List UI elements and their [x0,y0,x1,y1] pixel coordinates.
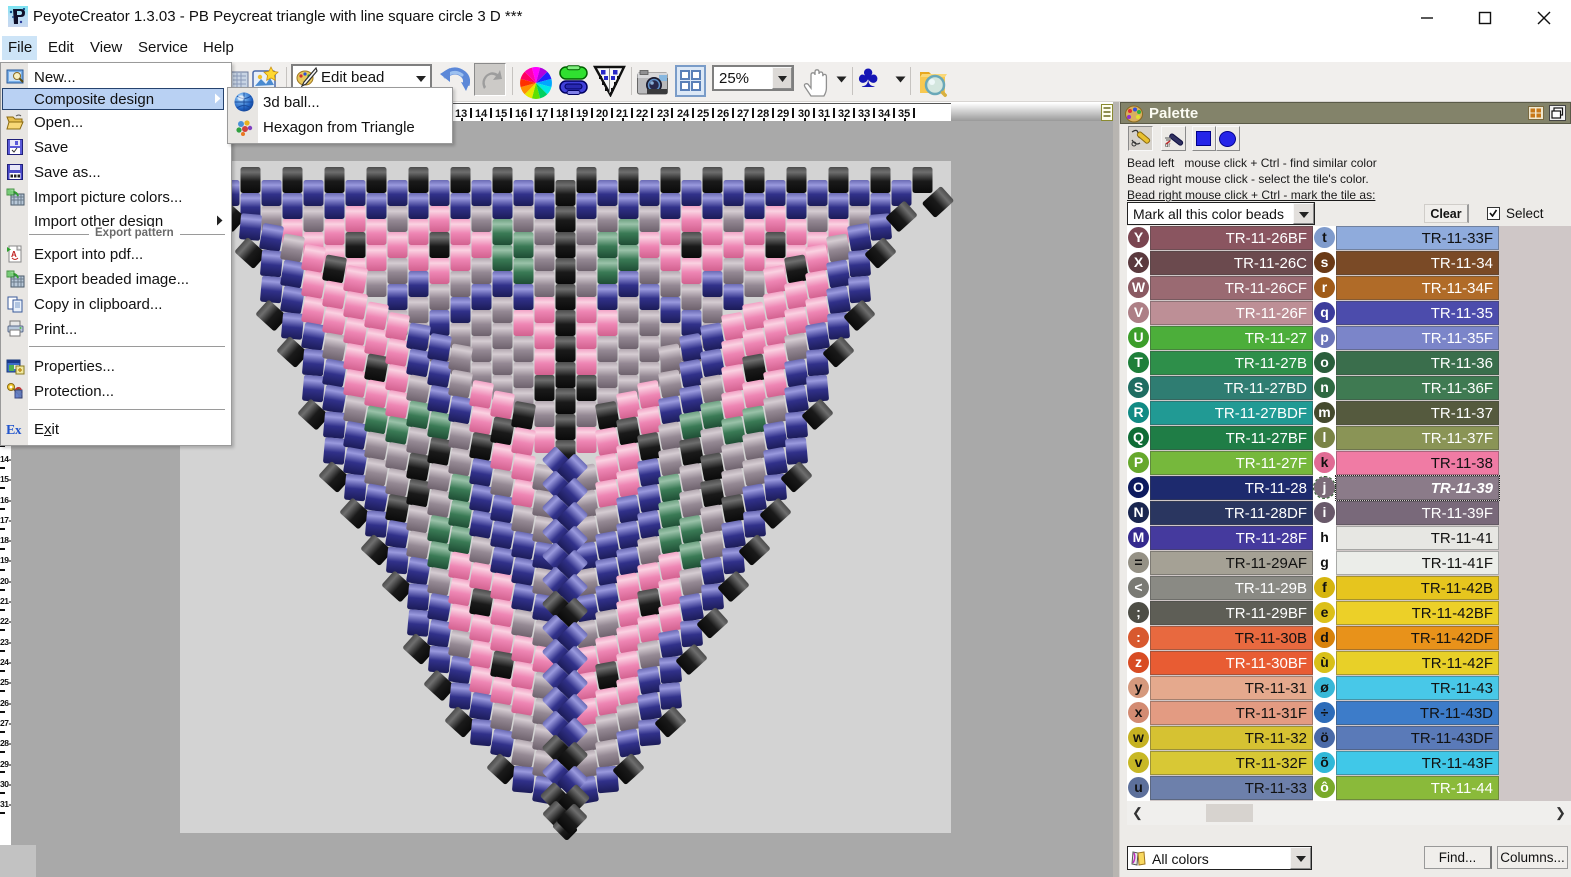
svg-text:x: x [15,422,22,437]
svg-text:ur: ur [1165,143,1170,149]
svg-text:E: E [6,423,15,438]
svg-text:A: A [11,250,17,259]
